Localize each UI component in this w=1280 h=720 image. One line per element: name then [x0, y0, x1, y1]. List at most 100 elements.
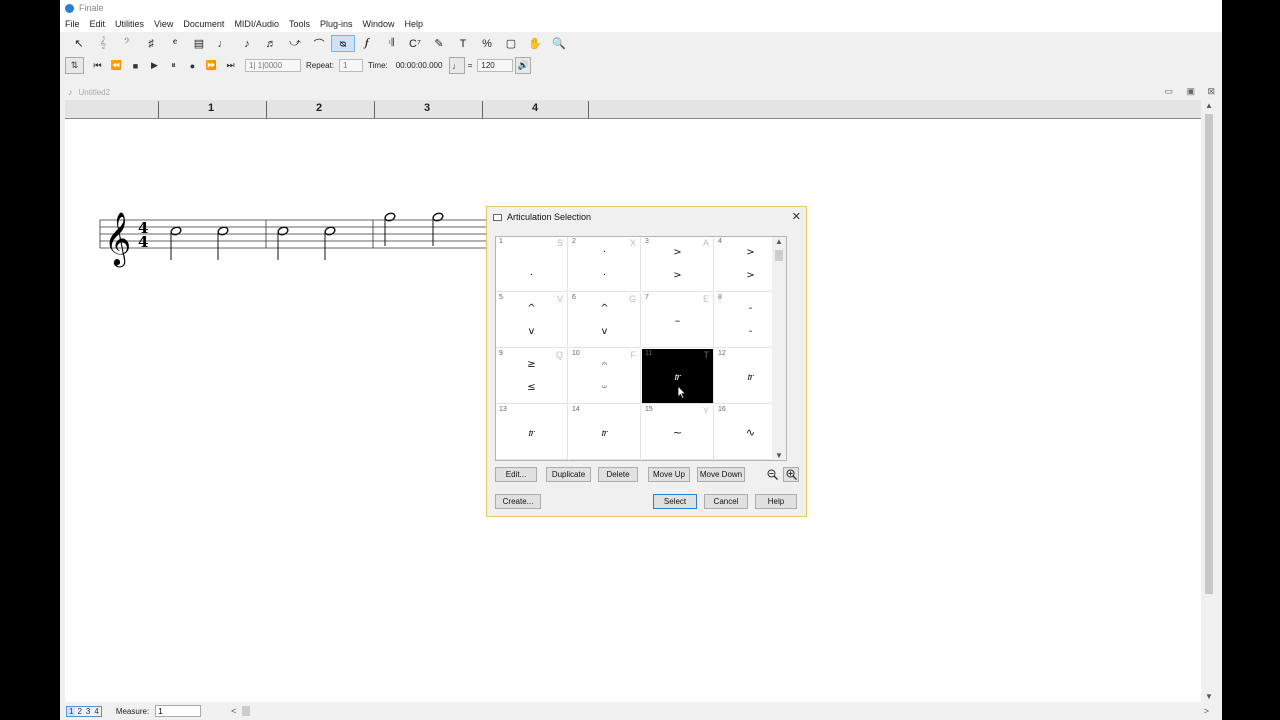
stop-icon[interactable]: ■: [126, 57, 145, 74]
articulation-cell[interactable]: 7 E –: [642, 293, 714, 348]
page-tab-4[interactable]: 4: [92, 707, 100, 716]
pause-icon[interactable]: ⏸: [164, 57, 183, 74]
articulation-cell[interactable]: 11 T 𝆖: [642, 349, 714, 404]
rewind-to-start-icon[interactable]: ⏮: [88, 57, 107, 74]
articulation-cell[interactable]: 14 𝆖: [569, 405, 641, 460]
repeat-field[interactable]: 1: [339, 59, 364, 72]
menu-midi-audio[interactable]: MIDI/Audio: [229, 19, 284, 29]
maximize-icon[interactable]: ▣: [1186, 86, 1195, 97]
articulation-cell[interactable]: 13 𝆖: [496, 405, 568, 460]
menu-view[interactable]: View: [149, 19, 178, 29]
grid-scroll-thumb[interactable]: [775, 250, 783, 261]
repeat-tool-icon[interactable]: 𝄇: [379, 35, 403, 52]
articulation-cell[interactable]: 2 X · ·: [569, 237, 641, 292]
document-vertical-scrollbar[interactable]: ▲ ▼: [1201, 100, 1217, 702]
menu-help[interactable]: Help: [400, 19, 429, 29]
zoom-in-button[interactable]: [783, 467, 799, 482]
menu-window[interactable]: Window: [358, 19, 400, 29]
articulation-cell[interactable]: 9 Q ≥ ≤: [496, 349, 568, 404]
page-tab-2[interactable]: 2: [75, 707, 83, 716]
staff-tool-icon[interactable]: 𝄞: [91, 35, 115, 52]
scroll-left-icon[interactable]: <: [231, 706, 236, 716]
articulation-cell[interactable]: 5 V ^ v: [496, 293, 568, 348]
create-button[interactable]: Create...: [495, 494, 541, 509]
delete-button[interactable]: Delete: [598, 467, 638, 482]
time-signature-tool-icon[interactable]: 𝄴: [163, 35, 187, 52]
scroll-down-icon[interactable]: ▼: [1205, 692, 1213, 701]
zoom-tool-icon[interactable]: 🔍: [547, 35, 571, 52]
playback-counter-field[interactable]: 1| 1|0000: [245, 59, 301, 72]
zoom-in-icon: [786, 469, 797, 480]
zoom-out-button[interactable]: [764, 467, 780, 482]
hand-grabber-tool-icon[interactable]: ✋: [523, 35, 547, 52]
tempo-note-icon[interactable]: ♩: [448, 57, 465, 74]
smart-shape-tool-icon[interactable]: ⤻: [283, 35, 307, 52]
move-up-button[interactable]: Move Up: [648, 467, 690, 482]
menu-plug-ins[interactable]: Plug-ins: [315, 19, 358, 29]
articulation-cell[interactable]: 6 G ^ v: [569, 293, 641, 348]
text-tool-icon[interactable]: T: [451, 35, 475, 52]
measure-input[interactable]: 1: [155, 705, 202, 717]
close-icon[interactable]: ⊠: [1207, 86, 1215, 97]
grid-scroll-down-icon[interactable]: ▼: [775, 451, 783, 460]
help-button[interactable]: Help: [755, 494, 797, 509]
play-icon[interactable]: ▶: [145, 57, 164, 74]
select-button[interactable]: Select: [653, 494, 697, 509]
articulation-cell[interactable]: 3 A > >: [642, 237, 714, 292]
scroll-up-icon[interactable]: ▲: [1205, 101, 1213, 110]
page-tab-3[interactable]: 3: [84, 707, 92, 716]
record-icon[interactable]: ●: [183, 57, 202, 74]
playback-settings-icon[interactable]: ⇅: [65, 57, 84, 74]
document-title: Untitled2: [78, 87, 111, 97]
forward-to-end-icon[interactable]: ⏭: [221, 57, 240, 74]
resize-tool-icon[interactable]: %: [475, 35, 499, 52]
finale-logo-icon: [65, 3, 74, 13]
ruler-measure-divider: [266, 101, 267, 118]
page-layout-tool-icon[interactable]: ▢: [499, 35, 523, 52]
menu-document[interactable]: Document: [178, 19, 229, 29]
clef-tool-icon[interactable]: 𝄢: [115, 35, 139, 52]
articulation-cell[interactable]: 1 S ·: [496, 237, 568, 292]
menu-utilities[interactable]: Utilities: [110, 19, 149, 29]
scroll-right-icon[interactable]: >: [1204, 706, 1209, 716]
document-icon: ♪: [68, 87, 73, 97]
simple-entry-tool-icon[interactable]: ♩: [211, 35, 235, 52]
tempo-field[interactable]: 120: [477, 59, 514, 72]
minimize-icon[interactable]: ▭: [1164, 86, 1173, 97]
edit-button[interactable]: Edit...: [495, 467, 537, 482]
menu-file[interactable]: File: [60, 19, 85, 29]
fast-forward-icon[interactable]: ⏩: [202, 57, 221, 74]
measure-tool-icon[interactable]: ▤: [187, 35, 211, 52]
speedy-entry-tool-icon[interactable]: ♪: [235, 35, 259, 52]
menu-edit[interactable]: Edit: [85, 19, 111, 29]
articulation-cell[interactable]: 10 F 𝄐 𝄑: [569, 349, 641, 404]
move-down-button[interactable]: Move Down: [697, 467, 745, 482]
key-signature-tool-icon[interactable]: ♯: [139, 35, 163, 52]
chord-tool-icon[interactable]: C⁷: [403, 35, 427, 52]
speaker-icon[interactable]: 🔊: [515, 57, 532, 74]
ruler-measure-number[interactable]: 4: [532, 102, 538, 114]
grid-scrollbar[interactable]: ▲ ▼: [772, 237, 786, 460]
horizontal-scroll-thumb[interactable]: [242, 706, 251, 716]
articulation-tool-icon[interactable]: ᴓ: [331, 35, 355, 52]
expression-tool-icon[interactable]: 𝆑: [355, 35, 379, 52]
tuplet-tool-icon[interactable]: ♬: [259, 35, 283, 52]
cancel-button[interactable]: Cancel: [704, 494, 748, 509]
main-tool-palette: ↖ 𝄞 𝄢 ♯ 𝄴 ▤ ♩ ♪ ♬ ⤻ ⌒ ᴓ 𝆑 𝄇 C⁷ ✎ T % ▢ ✋…: [60, 33, 1222, 54]
duplicate-button[interactable]: Duplicate: [546, 467, 591, 482]
page-tab-1[interactable]: 1: [67, 706, 76, 716]
ruler-measure-number[interactable]: 3: [424, 102, 430, 114]
ruler-measure-number[interactable]: 2: [316, 102, 322, 114]
dialog-close-icon[interactable]: ✕: [792, 210, 801, 223]
ruler-measure-number[interactable]: 1: [208, 102, 214, 114]
articulation-cell[interactable]: 15 Y ~: [642, 405, 714, 460]
menu-tools[interactable]: Tools: [284, 19, 315, 29]
lyrics-tool-icon[interactable]: ✎: [427, 35, 451, 52]
rewind-icon[interactable]: ⏪: [107, 57, 126, 74]
score-staff: 𝄞 4 4: [99, 211, 515, 267]
grid-scroll-up-icon[interactable]: ▲: [775, 237, 783, 246]
selection-tool-icon[interactable]: ↖: [67, 35, 91, 52]
slur-tool-icon[interactable]: ⌒: [307, 35, 331, 52]
vertical-scroll-thumb[interactable]: [1205, 114, 1213, 594]
cell-number: 11: [645, 350, 653, 357]
